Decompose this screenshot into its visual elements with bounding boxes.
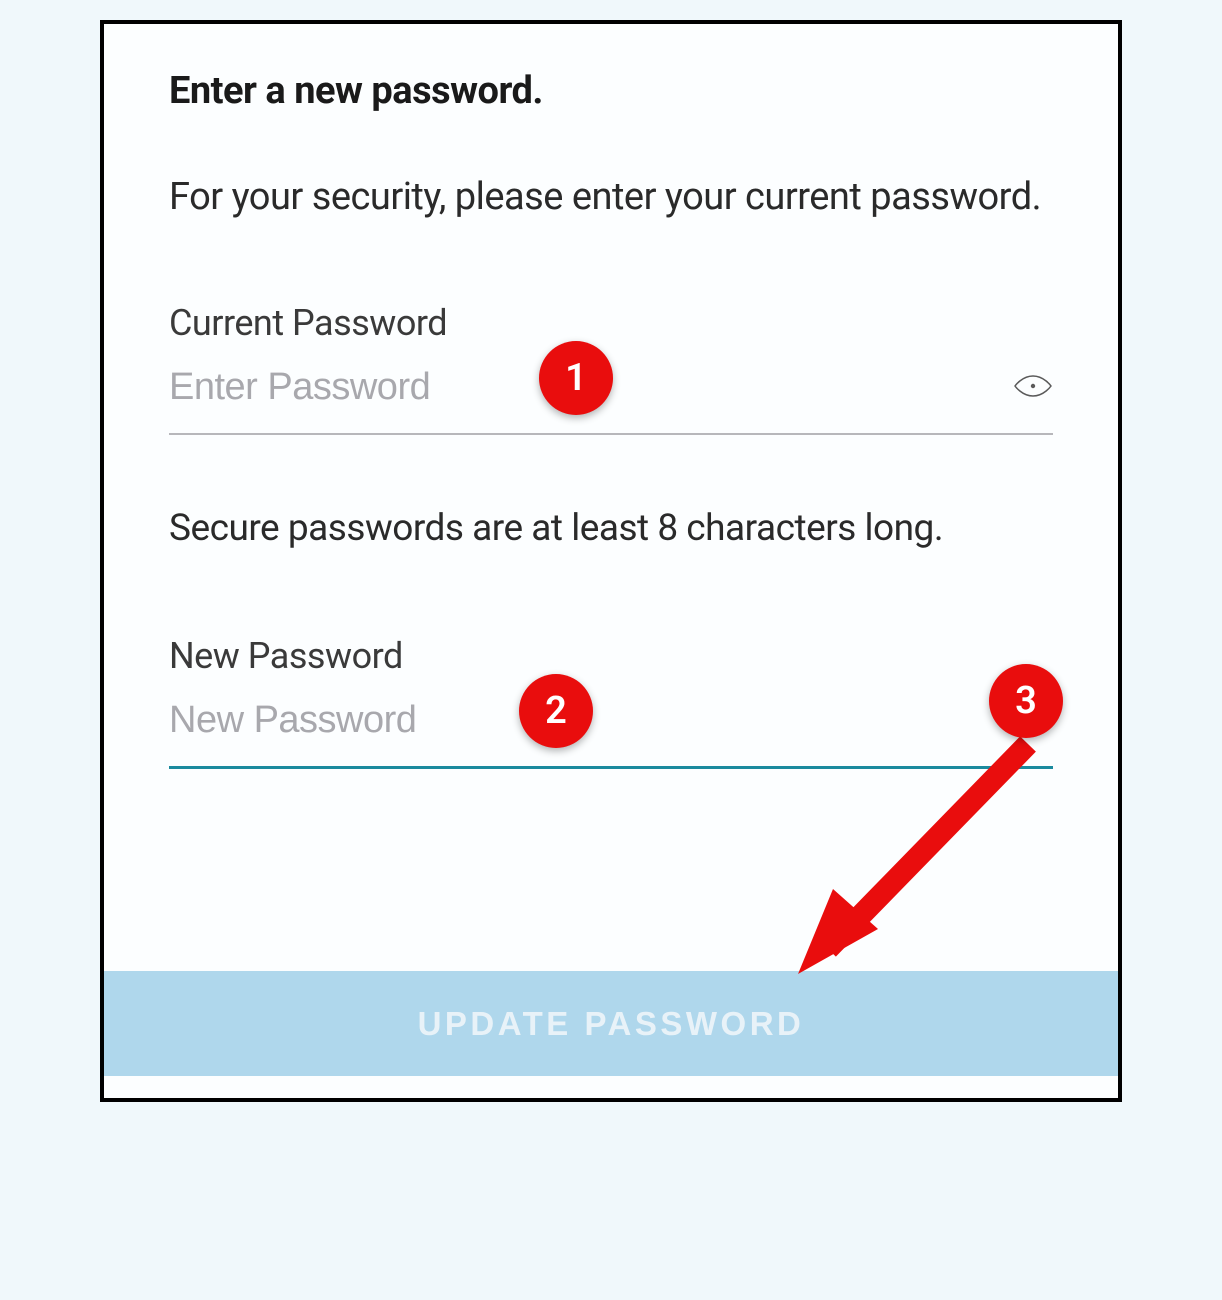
eye-icon[interactable] [1013, 374, 1053, 402]
new-password-label: New Password [169, 635, 1053, 677]
current-password-label: Current Password [169, 302, 1053, 344]
password-hint: Secure passwords are at least 8 characte… [169, 507, 1053, 550]
current-password-field-group: Current Password 1 [169, 302, 1053, 435]
annotation-marker-3: 3 [989, 664, 1063, 738]
page-title: Enter a new password. [169, 69, 1053, 113]
annotation-marker-1: 1 [539, 341, 613, 415]
annotation-arrow-icon [778, 734, 1058, 994]
current-password-row: 1 [169, 366, 1053, 435]
password-change-form: Enter a new password. For your security,… [100, 20, 1122, 1102]
instruction-text: For your security, please enter your cur… [169, 173, 1053, 222]
annotation-marker-2: 2 [519, 674, 593, 748]
